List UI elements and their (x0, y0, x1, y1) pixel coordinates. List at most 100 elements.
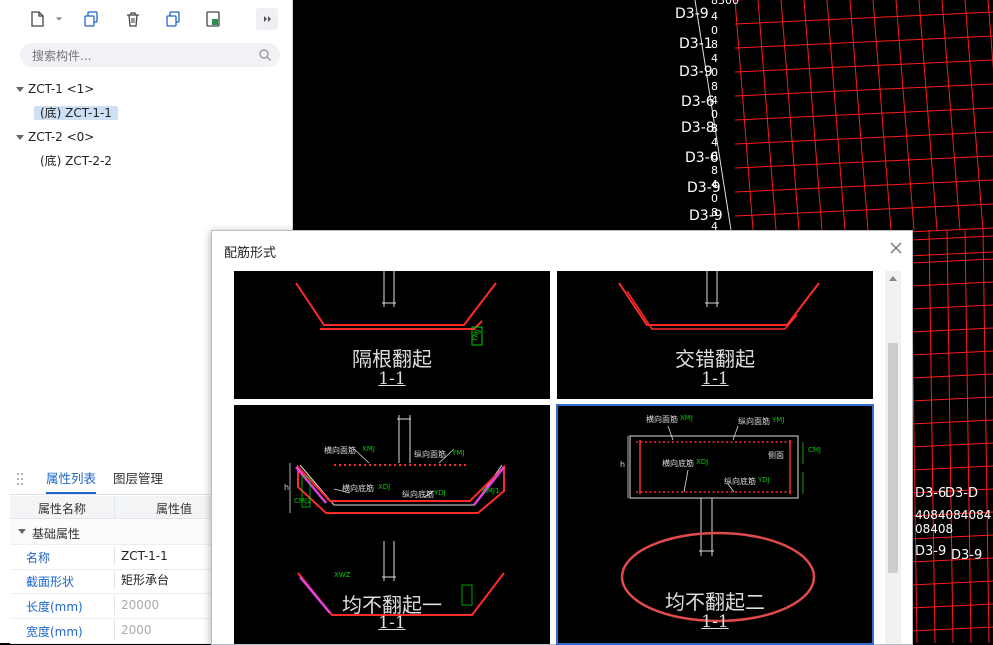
property-value-input[interactable]: 2000 (114, 620, 212, 640)
grid-line (734, 0, 754, 231)
grid-line (734, 83, 993, 97)
cad-label: D3-9 (951, 548, 983, 563)
option-section: 1-1 (701, 612, 729, 632)
option-card-staggered-bend[interactable]: 交错翻起 1-1 (557, 271, 873, 399)
property-value-input[interactable]: 20000 (114, 595, 212, 615)
grid-line (910, 396, 993, 402)
cad-number: 4084084084084084 (711, 10, 718, 233)
property-value-input[interactable]: 矩形承台 (114, 570, 212, 590)
cad-label: D3-D (945, 486, 978, 501)
new-icon (31, 11, 44, 27)
import-icon (206, 11, 220, 27)
grid-line (910, 327, 993, 333)
scroll-thumb[interactable] (888, 343, 898, 573)
option-card-no-bend-2[interactable]: 横向面筋 XMJ 纵向面筋 YMJ 横向底筋 XDJ 纵向底筋 YDJ 侧面 C… (556, 404, 874, 645)
property-panel: 属性列表 图层管理 属性名称 属性值 基础属性 名称 ZCT-1-1 截面形状 … (10, 464, 212, 644)
search-box (20, 43, 280, 67)
grid-line (910, 442, 993, 448)
grid-line (910, 304, 993, 310)
grid-line (910, 350, 993, 356)
grid-line (757, 0, 777, 231)
grid-line (734, 35, 993, 49)
option-section: 1-1 (378, 369, 406, 389)
grid-line (910, 465, 993, 471)
grid-line (780, 0, 800, 231)
cad-label: D3-6 (915, 486, 947, 501)
option-section: 1-1 (701, 369, 729, 389)
grid-line (918, 0, 938, 231)
cad-number: 8300 (711, 0, 739, 7)
new-dropdown-button[interactable] (52, 8, 66, 30)
grid-line (964, 229, 972, 643)
grid-line (987, 0, 993, 71)
grid-line (910, 626, 993, 632)
property-row[interactable]: 宽度(mm) 2000 (10, 619, 212, 644)
caret-down-icon[interactable] (16, 87, 24, 92)
option-card-no-bend-1[interactable]: 横向面筋 XMJ 纵向面筋 YMJ 横向底筋 XDJ 纵向底筋 YDJ CMJ2… (234, 405, 550, 644)
tab-layer-management[interactable]: 图层管理 (113, 464, 163, 494)
grid-line (895, 0, 915, 231)
grid-line (803, 0, 823, 231)
cad-label: D3-1 (679, 36, 713, 52)
property-tabs: 属性列表 图层管理 (10, 464, 212, 495)
property-row[interactable]: 名称 ZCT-1-1 (10, 545, 212, 570)
grid-line (910, 235, 993, 241)
property-row[interactable]: 截面形状 矩形承台 (10, 569, 212, 594)
option-section: 1-1 (378, 613, 406, 633)
grid-line (910, 281, 993, 287)
option-card-alternate-bend[interactable]: YMJ 隔根翻起 1-1 (234, 271, 550, 399)
dialog-title: 配筋形式 (224, 246, 277, 261)
grid-line (734, 59, 993, 73)
tab-property-list[interactable]: 属性列表 (46, 464, 97, 494)
tree-leaf-zct-2-2[interactable]: (底) ZCT-2-2 (34, 151, 118, 171)
grid-line (734, 131, 993, 145)
property-group[interactable]: 基础属性 (10, 520, 212, 545)
dialog-scrollbar[interactable] (885, 271, 901, 644)
chevron-down-icon (55, 17, 63, 21)
grid-line (928, 229, 936, 643)
cad-label: D3-9 (675, 6, 709, 22)
scroll-up-icon[interactable] (889, 276, 897, 281)
grid-line (910, 419, 993, 425)
grid-line (910, 258, 993, 264)
expand-button[interactable] (256, 8, 278, 30)
option-title: 交错翻起 (675, 347, 755, 371)
import-button[interactable] (202, 8, 224, 30)
grid-line (872, 0, 892, 231)
duplicate-button[interactable] (162, 8, 184, 30)
grid-line (941, 0, 961, 231)
caret-down-icon[interactable] (18, 529, 26, 534)
cad-label: D3-9 (915, 544, 947, 559)
cad-label: D3-6 (681, 94, 715, 110)
tree-node-zct-2[interactable]: ZCT-2 <0> (16, 127, 94, 147)
caret-down-icon[interactable] (16, 135, 24, 140)
close-icon[interactable] (888, 240, 904, 256)
copy-icon (84, 11, 98, 27)
tree-node-zct-1[interactable]: ZCT-1 <1> (16, 79, 94, 99)
option-list: YMJ 隔根翻起 1-1 交错翻起 1-1 横向面筋 XMJ 纵向面筋 YMJ … (212, 271, 912, 645)
grid-line (910, 373, 993, 379)
property-row[interactable]: 长度(mm) 20000 (10, 594, 212, 619)
option-title: 隔根翻起 (352, 347, 432, 371)
header-property-value: 属性值 (156, 502, 193, 516)
grid-line (734, 107, 993, 121)
header-property-name: 属性名称 (38, 502, 87, 516)
drag-handle-icon[interactable] (16, 472, 24, 486)
cad-number: 408408408408408 (915, 508, 992, 536)
grid-line (734, 11, 993, 25)
delete-icon (127, 12, 139, 27)
search-icon[interactable] (258, 48, 272, 62)
grid-line (964, 0, 984, 231)
rebar-form-dialog: 配筋形式 YMJ 隔根翻起 1-1 交错翻起 1-1 横向面筋 XMJ 纵向面筋… (211, 230, 913, 645)
cad-label: D3-8 (681, 120, 715, 136)
new-button[interactable] (26, 8, 48, 30)
search-input[interactable] (30, 46, 254, 66)
delete-button[interactable] (122, 8, 144, 30)
duplicate-icon (166, 11, 180, 27)
tree-leaf-zct-1-1[interactable]: (底) ZCT-1-1 (34, 103, 118, 123)
component-toolbar (0, 0, 292, 38)
option-title: 均不翻起二 (665, 590, 765, 614)
property-value-input[interactable]: ZCT-1-1 (114, 546, 212, 566)
copy-button[interactable] (80, 8, 102, 30)
grid-line (946, 229, 954, 643)
